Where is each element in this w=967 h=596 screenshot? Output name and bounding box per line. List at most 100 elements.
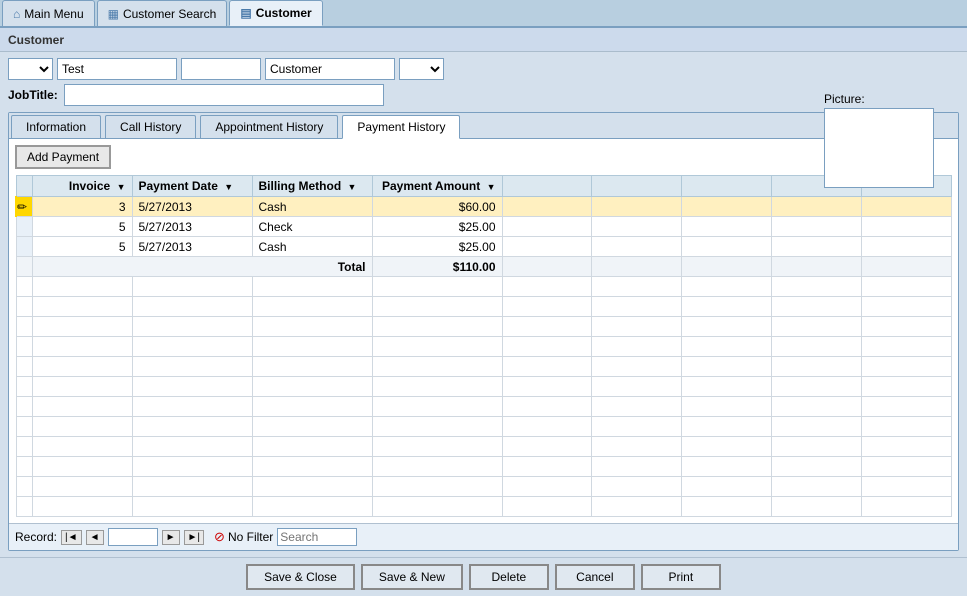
last-name-field[interactable] (265, 58, 395, 80)
tab-payment-history-label: Payment History (357, 120, 445, 134)
tab-customer[interactable]: ▤ Customer (229, 0, 322, 26)
extra-header-2 (592, 176, 682, 197)
bottom-button-bar: Save & Close Save & New Delete Cancel Pr… (0, 557, 967, 596)
extra-cell (682, 237, 772, 257)
no-filter-icon: ⊘ (214, 529, 225, 545)
tab-appointment-history-label: Appointment History (215, 120, 323, 134)
method-sort-icon: ▼ (348, 182, 357, 192)
tab-call-history[interactable]: Call History (105, 115, 196, 138)
empty-row (16, 497, 952, 517)
tab-call-history-label: Call History (120, 120, 181, 134)
tab-main-menu[interactable]: ⌂ Main Menu (2, 0, 95, 26)
table-row[interactable]: 5 5/27/2013 Check $25.00 (16, 217, 952, 237)
empty-row (16, 277, 952, 297)
navigation-bar: Record: |◄ ◄ ► ►| ⊘ No Filter (9, 523, 958, 550)
nav-next-button[interactable]: ► (162, 530, 180, 545)
invoice-column-header[interactable]: Invoice ▼ (32, 176, 132, 197)
print-button[interactable]: Print (641, 564, 721, 590)
tab-information-label: Information (26, 120, 86, 134)
extra-cell (502, 197, 592, 217)
amount-sort-icon: ▼ (487, 182, 496, 192)
method-column-header[interactable]: Billing Method ▼ (252, 176, 372, 197)
add-payment-button[interactable]: Add Payment (15, 145, 111, 169)
tab-customer-search[interactable]: ▦ Customer Search (97, 0, 228, 26)
save-new-button[interactable]: Save & New (361, 564, 463, 590)
search-input[interactable] (277, 528, 357, 546)
tab-payment-history[interactable]: Payment History (342, 115, 460, 139)
table-row[interactable]: ✏ 3 5/27/2013 Cash $60.00 (16, 197, 952, 217)
inner-tab-bar: Information Call History Appointment His… (9, 113, 958, 139)
amount-cell: $60.00 (372, 197, 502, 217)
filter-section: ⊘ No Filter (214, 529, 273, 545)
table-row[interactable]: 5 5/27/2013 Cash $25.00 (16, 237, 952, 257)
date-column-header[interactable]: Payment Date ▼ (132, 176, 252, 197)
extra-cell (682, 257, 772, 277)
amount-column-header[interactable]: Payment Amount ▼ (372, 176, 502, 197)
tab-customer-label: Customer (256, 6, 312, 20)
extra-cell (502, 217, 592, 237)
table-icon: ▤ (240, 6, 251, 20)
indicator-header (16, 176, 32, 197)
suffix-select[interactable]: Jr.Sr.IIIII (399, 58, 444, 80)
jobtitle-row: JobTitle: (8, 84, 959, 106)
extra-cell (502, 237, 592, 257)
extra-cell (772, 237, 862, 257)
cancel-button[interactable]: Cancel (555, 564, 635, 590)
picture-label: Picture: (824, 92, 944, 106)
date-sort-icon: ▼ (224, 182, 233, 192)
top-tab-bar: ⌂ Main Menu ▦ Customer Search ▤ Customer (0, 0, 967, 28)
empty-row (16, 477, 952, 497)
no-filter-label: No Filter (228, 530, 273, 544)
delete-button[interactable]: Delete (469, 564, 549, 590)
invoice-cell: 5 (32, 237, 132, 257)
jobtitle-field[interactable] (64, 84, 384, 106)
total-label: Total (32, 257, 372, 277)
extra-cell (592, 257, 682, 277)
invoice-header-label: Invoice (69, 179, 110, 193)
nav-last-button[interactable]: ►| (184, 530, 205, 545)
empty-row (16, 397, 952, 417)
customer-name-row: Mr.Mrs.Ms.Dr. Jr.Sr.IIIII (8, 58, 959, 80)
method-cell: Cash (252, 197, 372, 217)
invoice-cell: 3 (32, 197, 132, 217)
method-cell: Cash (252, 237, 372, 257)
date-cell: 5/27/2013 (132, 237, 252, 257)
empty-row (16, 377, 952, 397)
prefix-select[interactable]: Mr.Mrs.Ms.Dr. (8, 58, 53, 80)
picture-box (824, 108, 934, 188)
record-label: Record: (15, 530, 57, 544)
extra-cell (862, 237, 952, 257)
extra-cell (862, 257, 952, 277)
extra-cell (592, 217, 682, 237)
amount-header-label: Payment Amount (382, 179, 480, 193)
invoice-sort-icon: ▼ (117, 182, 126, 192)
record-number-input[interactable] (108, 528, 158, 546)
home-icon: ⌂ (13, 7, 20, 21)
empty-row (16, 337, 952, 357)
extra-cell (682, 197, 772, 217)
extra-cell (772, 217, 862, 237)
date-header-label: Payment Date (139, 179, 218, 193)
inner-tabs-container: Information Call History Appointment His… (8, 112, 959, 551)
method-cell: Check (252, 217, 372, 237)
nav-prev-button[interactable]: ◄ (86, 530, 104, 545)
nav-first-button[interactable]: |◄ (61, 530, 82, 545)
extra-cell (682, 217, 772, 237)
extra-cell (502, 257, 592, 277)
extra-cell (592, 237, 682, 257)
middle-name-field[interactable] (181, 58, 261, 80)
payment-history-content: Add Payment Invoice ▼ Payment Date ▼ (9, 139, 958, 523)
save-close-button[interactable]: Save & Close (246, 564, 355, 590)
invoice-cell: 5 (32, 217, 132, 237)
row-indicator (16, 217, 32, 237)
empty-row (16, 297, 952, 317)
first-name-field[interactable] (57, 58, 177, 80)
tab-information[interactable]: Information (11, 115, 101, 138)
tab-appointment-history[interactable]: Appointment History (200, 115, 338, 138)
total-amount: $110.00 (372, 257, 502, 277)
row-indicator (16, 257, 32, 277)
row-indicator: ✏ (16, 197, 32, 217)
empty-row (16, 437, 952, 457)
extra-header-3 (682, 176, 772, 197)
extra-cell (772, 257, 862, 277)
